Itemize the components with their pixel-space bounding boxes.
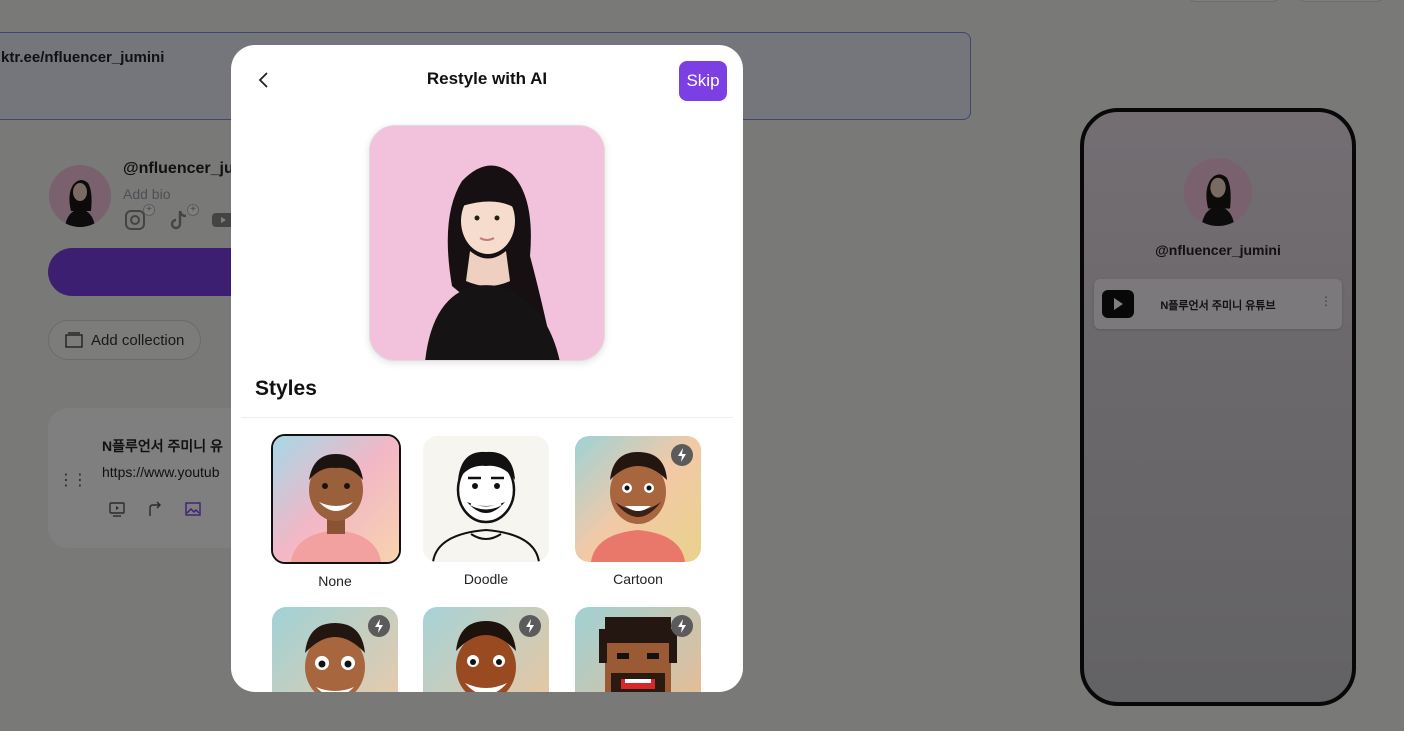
style-thumb-none	[271, 434, 401, 564]
style-option-3d[interactable]	[271, 607, 399, 692]
style-option-cartoon[interactable]: Cartoon	[574, 436, 702, 587]
style-option-clay[interactable]	[422, 607, 550, 692]
style-thumb-clay	[423, 607, 549, 692]
style-label: None	[318, 573, 352, 589]
photo-preview	[369, 125, 605, 361]
style-option-none[interactable]: None	[271, 434, 401, 589]
restyle-modal: Restyle with AI Skip Styles None Doodle …	[231, 45, 743, 692]
premium-bolt-icon	[671, 444, 693, 466]
premium-bolt-icon	[519, 615, 541, 637]
style-thumb-cartoon	[575, 436, 701, 562]
divider	[241, 417, 733, 418]
style-option-pixel[interactable]	[574, 607, 702, 692]
style-label: Doodle	[463, 571, 509, 587]
modal-title: Restyle with AI	[426, 69, 548, 88]
style-label: Cartoon	[613, 571, 663, 587]
portrait-photo-icon	[370, 126, 604, 360]
premium-bolt-icon	[671, 615, 693, 637]
style-thumb-3d	[272, 607, 398, 692]
style-thumb-pixel	[575, 607, 701, 692]
style-thumb-doodle	[423, 436, 549, 562]
premium-bolt-icon	[368, 615, 390, 637]
skip-button[interactable]: Skip	[679, 61, 727, 101]
style-option-doodle[interactable]: Doodle	[422, 436, 550, 587]
styles-heading: Styles	[255, 377, 317, 400]
